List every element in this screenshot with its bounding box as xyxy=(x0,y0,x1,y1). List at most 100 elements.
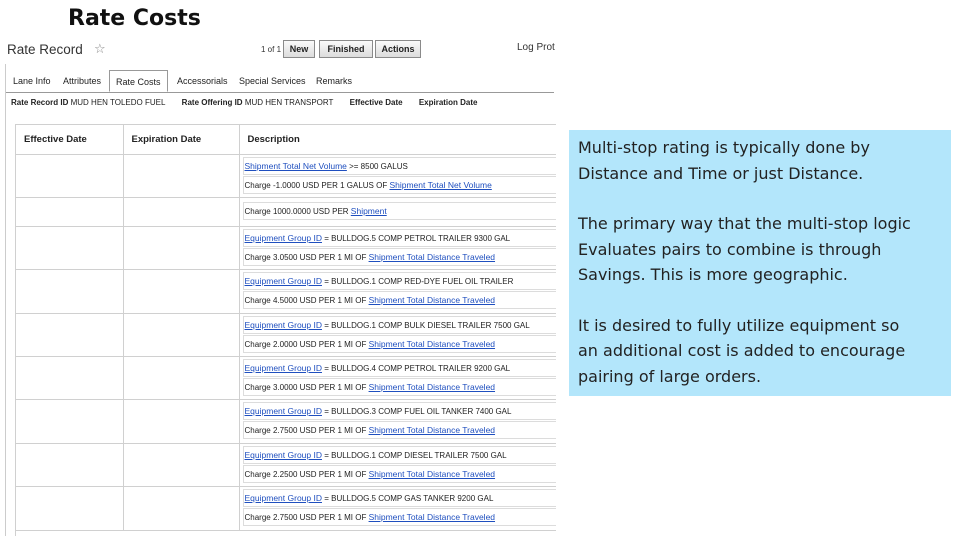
expiration-date-cell[interactable] xyxy=(123,486,240,531)
table-row[interactable]: Equipment Group ID = BULLDOG.1 COMP BULK… xyxy=(16,313,556,357)
table-row[interactable]: Equipment Group ID = BULLDOG.1 COMP RED-… xyxy=(16,269,556,314)
condition-line: Equipment Group ID = BULLDOG.1 COMP RED-… xyxy=(242,272,556,290)
column-header-expiration-date[interactable]: Expiration Date xyxy=(123,125,240,155)
charge-basis-link[interactable]: Shipment Total Distance Traveled xyxy=(369,382,495,392)
charge-line: Charge 4.5000 USD PER 1 MI OF Shipment T… xyxy=(242,291,556,309)
condition-field-link[interactable]: Equipment Group ID xyxy=(245,320,322,330)
rate-record-id-value: MUD HEN TOLEDO FUEL xyxy=(70,98,166,107)
charge-line: Charge 1000.0000 USD PER Shipment xyxy=(242,202,556,220)
charge-basis-link[interactable]: Shipment Total Distance Traveled xyxy=(369,252,495,262)
condition-text: = BULLDOG.1 COMP BULK DIESEL TRAILER 750… xyxy=(321,321,530,330)
table-row[interactable]: Equipment Group ID = BULLDOG.1 COMP DIES… xyxy=(16,443,556,487)
tab-remarks[interactable]: Remarks xyxy=(316,76,352,86)
expiration-date-cell[interactable] xyxy=(123,154,240,198)
description-cell: Charge 1000.0000 USD PER Shipment xyxy=(239,197,556,227)
condition-text: = BULLDOG.4 COMP PETROL TRAILER 9200 GAL xyxy=(321,364,511,373)
description-cell: Equipment Group ID = BULLDOG.3 COMP FUEL… xyxy=(239,399,556,444)
charge-line: Charge 2.7500 USD PER 1 MI OF Shipment T… xyxy=(242,508,556,526)
rate-cost-table: Effective Date Expiration Date Descripti… xyxy=(16,125,556,531)
new-button[interactable]: New xyxy=(283,40,315,58)
condition-field-link[interactable]: Equipment Group ID xyxy=(245,406,322,416)
condition-line: Equipment Group ID = BULLDOG.1 COMP DIES… xyxy=(242,446,556,464)
charge-basis-link[interactable]: Shipment Total Distance Traveled xyxy=(369,469,495,479)
charge-line: Charge 2.0000 USD PER 1 MI OF Shipment T… xyxy=(242,335,556,353)
effective-date-cell[interactable] xyxy=(16,226,124,270)
tab-attributes[interactable]: Attributes xyxy=(63,76,101,86)
record-header: Rate Record ☆ 1 of 1 New Finished Action… xyxy=(5,36,556,64)
table-row[interactable]: Shipment Total Net Volume >= 8500 GALUS C… xyxy=(16,154,556,198)
table-row[interactable]: Equipment Group ID = BULLDOG.3 COMP FUEL… xyxy=(16,399,556,444)
charge-text: Charge -1.0000 USD PER 1 GALUS OF xyxy=(244,181,390,190)
rate-cost-grid: Effective Date Expiration Date Descripti… xyxy=(15,124,556,536)
condition-text: = BULLDOG.5 COMP PETROL TRAILER 9300 GAL xyxy=(321,234,511,243)
condition-line: Equipment Group ID = BULLDOG.4 COMP PETR… xyxy=(242,359,556,377)
expiration-date-cell[interactable] xyxy=(123,197,240,227)
record-info-bar: Rate Record ID MUD HEN TOLEDO FUEL Rate … xyxy=(11,98,478,107)
condition-text: = BULLDOG.3 COMP FUEL OIL TANKER 7400 GA… xyxy=(321,407,512,416)
effective-date-cell[interactable] xyxy=(16,154,124,198)
column-header-effective-date[interactable]: Effective Date xyxy=(16,125,124,155)
expiration-date-cell[interactable] xyxy=(123,399,240,444)
star-icon[interactable]: ☆ xyxy=(94,41,106,57)
effective-date-cell[interactable] xyxy=(16,269,124,314)
condition-field-link[interactable]: Shipment Total Net Volume xyxy=(245,161,347,171)
condition-field-link[interactable]: Equipment Group ID xyxy=(245,363,322,373)
tab-lane-info[interactable]: Lane Info xyxy=(13,76,51,86)
charge-line: Charge 3.0000 USD PER 1 MI OF Shipment T… xyxy=(242,378,556,396)
note-paragraph: Multi-stop rating is typically done by D… xyxy=(578,138,870,183)
expiration-date-cell[interactable] xyxy=(123,226,240,270)
charge-basis-link[interactable]: Shipment Total Net Volume xyxy=(389,180,491,190)
description-cell: Equipment Group ID = BULLDOG.1 COMP RED-… xyxy=(239,269,556,314)
expiration-date-cell[interactable] xyxy=(123,356,240,400)
condition-line: Equipment Group ID = BULLDOG.5 COMP PETR… xyxy=(242,229,556,247)
condition-line: Shipment Total Net Volume >= 8500 GALUS xyxy=(242,157,556,175)
rate-record-id-label: Rate Record ID xyxy=(11,98,69,107)
charge-basis-link[interactable]: Shipment xyxy=(351,206,387,216)
condition-field-link[interactable]: Equipment Group ID xyxy=(245,450,322,460)
finished-button[interactable]: Finished xyxy=(319,40,373,58)
condition-field-link[interactable]: Equipment Group ID xyxy=(245,493,322,503)
expiration-date-cell[interactable] xyxy=(123,443,240,487)
charge-line: Charge -1.0000 USD PER 1 GALUS OF Shipme… xyxy=(242,176,556,194)
expiration-date-cell[interactable] xyxy=(123,313,240,357)
charge-line: Charge 2.7500 USD PER 1 MI OF Shipment T… xyxy=(242,421,556,439)
effective-date-cell[interactable] xyxy=(16,486,124,531)
description-cell: Equipment Group ID = BULLDOG.4 COMP PETR… xyxy=(239,356,556,400)
effective-date-cell[interactable] xyxy=(16,356,124,400)
charge-text: Charge 3.0000 USD PER 1 MI OF xyxy=(244,383,369,392)
table-header-row: Effective Date Expiration Date Descripti… xyxy=(16,125,556,155)
condition-line: Equipment Group ID = BULLDOG.5 COMP GAS … xyxy=(242,489,556,507)
charge-basis-link[interactable]: Shipment Total Distance Traveled xyxy=(369,425,495,435)
rate-offering-id-label: Rate Offering ID xyxy=(181,98,243,107)
charge-basis-link[interactable]: Shipment Total Distance Traveled xyxy=(369,512,495,522)
effective-date-label: Effective Date xyxy=(349,98,403,107)
log-label[interactable]: Log Prot xyxy=(517,42,555,53)
charge-text: Charge 2.7500 USD PER 1 MI OF xyxy=(244,513,369,522)
table-body: Shipment Total Net Volume >= 8500 GALUS C… xyxy=(16,154,556,531)
effective-date-cell[interactable] xyxy=(16,313,124,357)
effective-date-cell[interactable] xyxy=(16,443,124,487)
expiration-date-label: Expiration Date xyxy=(418,98,478,107)
effective-date-cell[interactable] xyxy=(16,399,124,444)
table-row[interactable]: Equipment Group ID = BULLDOG.4 COMP PETR… xyxy=(16,356,556,400)
tab-accessorials[interactable]: Accessorials xyxy=(177,76,228,86)
column-header-description[interactable]: Description xyxy=(239,125,556,155)
charge-basis-link[interactable]: Shipment Total Distance Traveled xyxy=(369,339,495,349)
charge-text: Charge 2.7500 USD PER 1 MI OF xyxy=(244,426,369,435)
table-row[interactable]: Equipment Group ID = BULLDOG.5 COMP PETR… xyxy=(16,226,556,270)
pager-text: 1 of 1 xyxy=(261,45,282,54)
effective-date-cell[interactable] xyxy=(16,197,124,227)
table-row[interactable]: Equipment Group ID = BULLDOG.5 COMP GAS … xyxy=(16,486,556,531)
actions-button[interactable]: Actions xyxy=(375,40,421,58)
charge-basis-link[interactable]: Shipment Total Distance Traveled xyxy=(369,295,495,305)
condition-field-link[interactable]: Equipment Group ID xyxy=(245,276,322,286)
description-cell: Equipment Group ID = BULLDOG.5 COMP PETR… xyxy=(239,226,556,270)
condition-text: >= 8500 GALUS xyxy=(346,162,408,171)
expiration-date-cell[interactable] xyxy=(123,269,240,314)
note-paragraph: It is desired to fully utilize equipment… xyxy=(578,315,906,386)
charge-text: Charge 1000.0000 USD PER xyxy=(244,207,351,216)
condition-field-link[interactable]: Equipment Group ID xyxy=(245,233,322,243)
tab-special-services[interactable]: Special Services xyxy=(239,76,306,86)
table-row[interactable]: Charge 1000.0000 USD PER Shipment xyxy=(16,197,556,227)
tab-rate-costs[interactable]: Rate Costs xyxy=(109,70,168,92)
